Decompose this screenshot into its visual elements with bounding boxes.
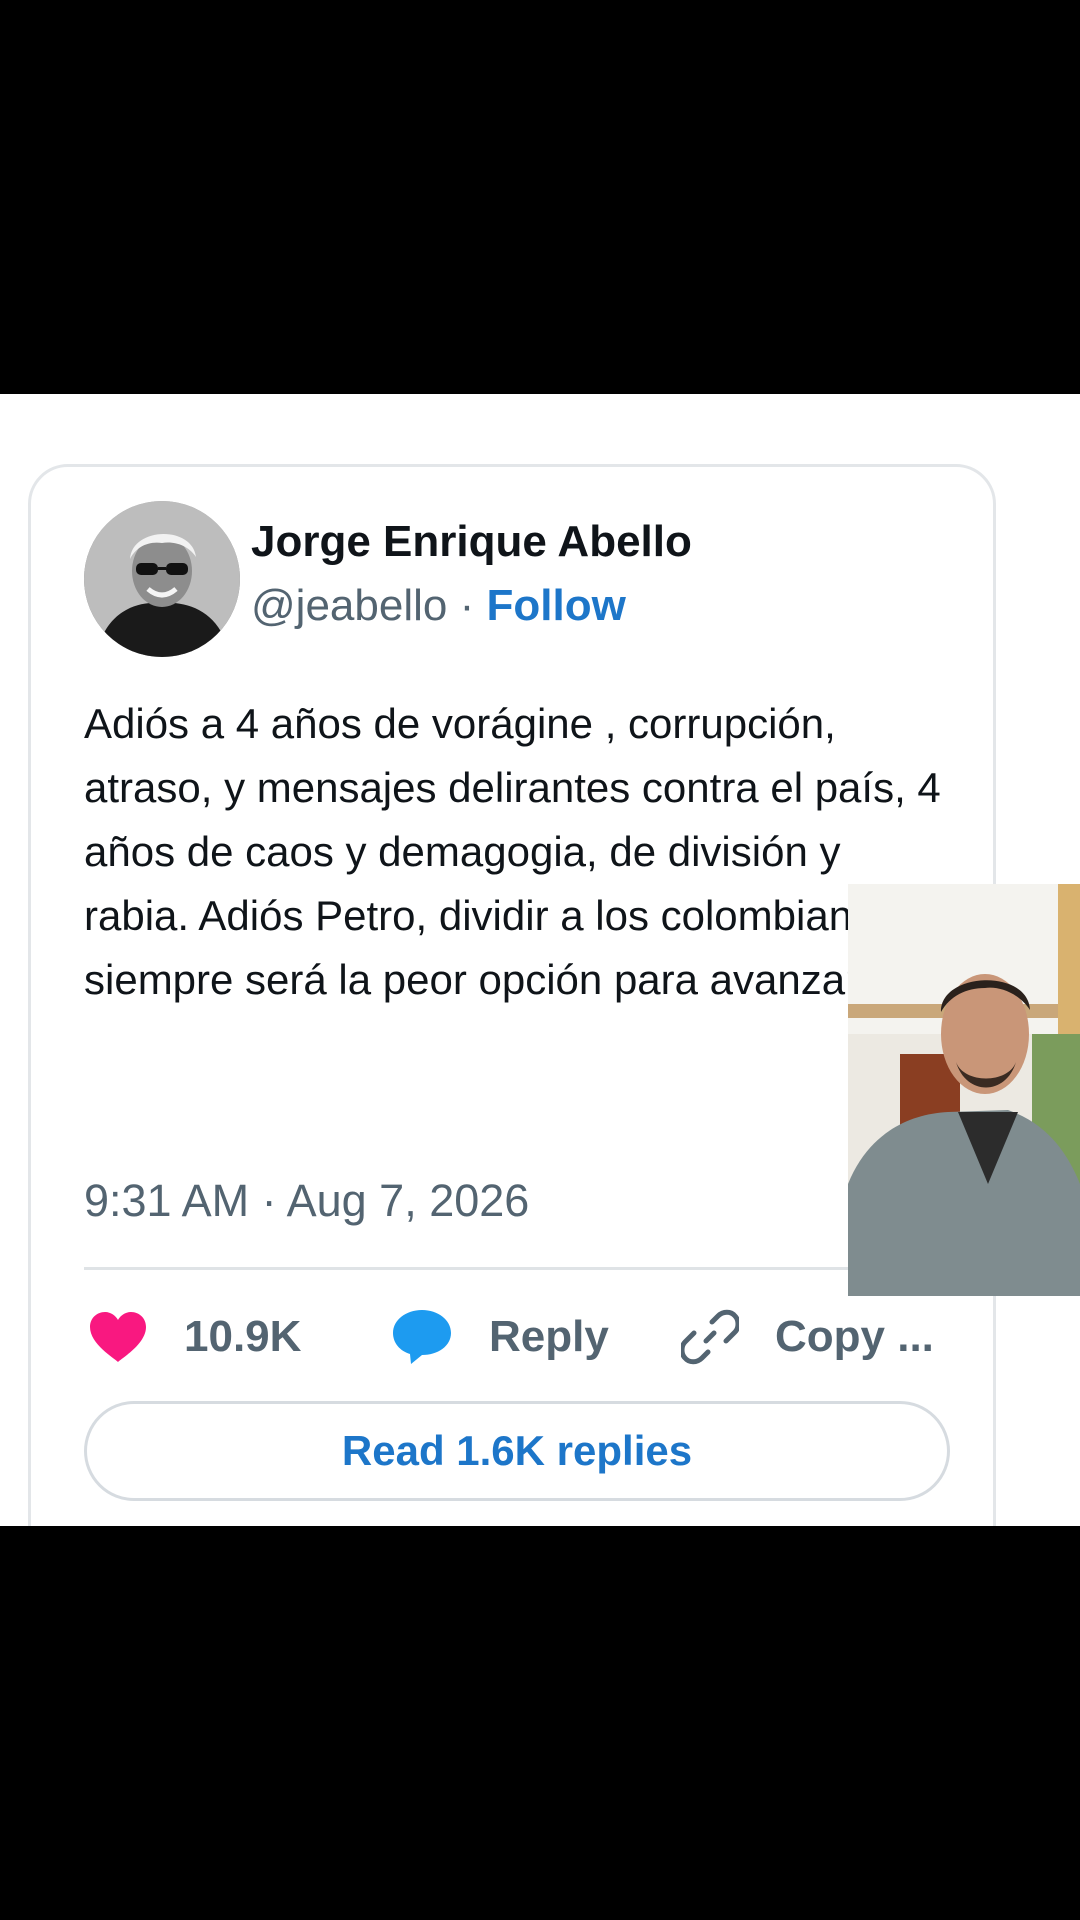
video-frame — [848, 884, 1080, 1296]
copy-label: Copy ... — [775, 1312, 934, 1361]
divider — [84, 1267, 950, 1270]
avatar-portrait — [84, 501, 240, 657]
top-letterbox — [0, 0, 1080, 394]
post-timestamp[interactable]: 9:31 AM · Aug 7, 2026 — [84, 1175, 529, 1227]
video-overlay[interactable] — [848, 884, 1080, 1296]
author-handle[interactable]: @jeabello — [251, 581, 447, 630]
author-name[interactable]: Jorge Enrique Abello — [251, 517, 692, 567]
copy-link-button[interactable]: Copy ... — [681, 1305, 934, 1369]
post-text: Adiós a 4 años de vorágine , corrupción,… — [84, 700, 941, 1003]
reply-button[interactable]: Reply — [391, 1305, 609, 1369]
follow-button[interactable]: Follow — [486, 581, 625, 630]
handle-row: @jeabello · Follow — [251, 581, 626, 631]
speech-bubble-icon — [393, 1310, 451, 1364]
like-button[interactable]: 10.9K — [88, 1305, 301, 1369]
like-count: 10.9K — [184, 1312, 302, 1361]
bottom-letterbox — [0, 1526, 1080, 1920]
heart-icon — [90, 1312, 146, 1362]
link-icon — [681, 1309, 739, 1365]
separator-dot: · — [459, 581, 475, 630]
screenshot-area: Jorge Enrique Abello @jeabello · Follow … — [0, 394, 1080, 1526]
read-replies-button[interactable]: Read 1.6K replies — [84, 1401, 950, 1501]
author-avatar[interactable] — [84, 501, 240, 657]
reply-label: Reply — [489, 1312, 609, 1361]
